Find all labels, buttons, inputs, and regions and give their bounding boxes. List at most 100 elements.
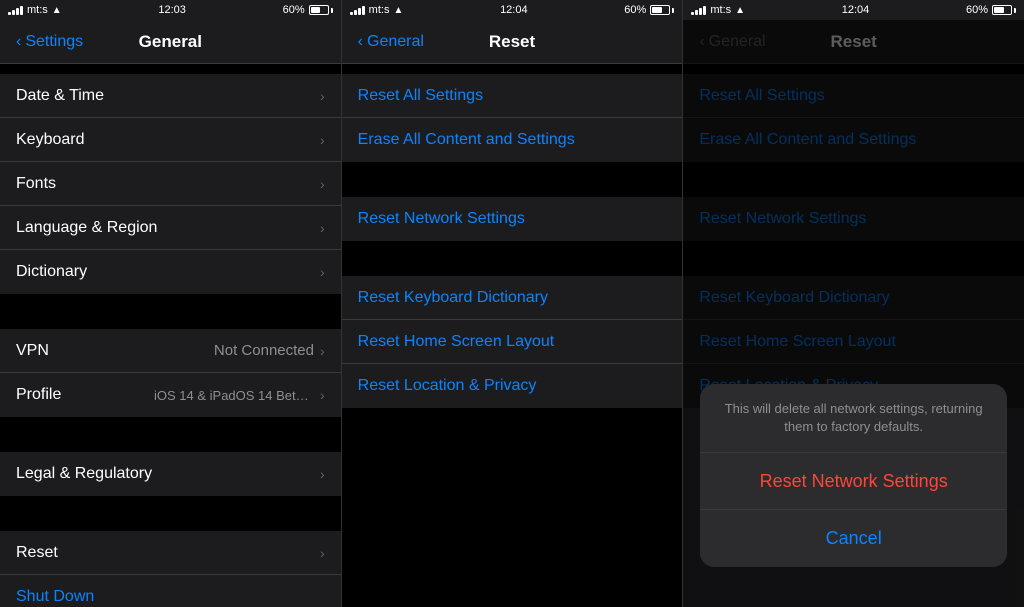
shutdown-label: Shut Down (16, 588, 94, 606)
chevron-icon: › (320, 264, 325, 280)
cancel-dialog-btn[interactable]: Cancel (700, 510, 1007, 567)
battery-icon-p3 (992, 5, 1016, 15)
signal-bar-4 (20, 6, 23, 15)
time-p3: 12:04 (842, 4, 870, 16)
status-left-p3: mt:s ▲ (691, 4, 745, 16)
chevron-icon: › (320, 387, 325, 403)
time-p2: 12:04 (500, 4, 528, 16)
battery-pct-p2: 60% (624, 4, 646, 16)
language-region-label: Language & Region (16, 219, 157, 237)
keyboard-label: Keyboard (16, 131, 85, 149)
chevron-icon: › (320, 466, 325, 482)
reset-label: Reset (16, 544, 58, 562)
list-item-reset[interactable]: Reset › (0, 531, 341, 575)
list-item-fonts[interactable]: Fonts › (0, 162, 341, 206)
list-item-legal[interactable]: Legal & Regulatory › (0, 452, 341, 496)
profile-label: Profile (16, 386, 61, 404)
dialog-message: This will delete all network settings, r… (700, 384, 1007, 453)
reset-network-label: Reset Network Settings (358, 210, 525, 228)
battery-pct-p1: 60% (283, 4, 305, 16)
list-item-vpn[interactable]: VPN Not Connected › (0, 329, 341, 373)
list-item-language-region[interactable]: Language & Region › (0, 206, 341, 250)
reset-network-btn[interactable]: Reset Network Settings (342, 197, 683, 241)
list-item-date-time[interactable]: Date & Time › (0, 74, 341, 118)
list-item-dictionary[interactable]: Dictionary › (0, 250, 341, 294)
nav-bar-reset: ‹ General Reset (342, 20, 683, 64)
status-bars-row: mt:s ▲ 12:03 60% mt:s ▲ 12:04 60% (0, 0, 1024, 20)
reset-group-3: Reset Keyboard Dictionary Reset Home Scr… (342, 276, 683, 408)
carrier-p1: mt:s (27, 4, 48, 16)
status-right-p2: 60% (624, 4, 674, 16)
signal-bars-p2 (350, 6, 365, 15)
reset-all-settings-btn[interactable]: Reset All Settings (342, 74, 683, 118)
reset-home-screen-btn[interactable]: Reset Home Screen Layout (342, 320, 683, 364)
section-legal: Legal & Regulatory › (0, 452, 341, 496)
legal-label: Legal & Regulatory (16, 465, 152, 483)
cancel-dialog-label: Cancel (826, 528, 882, 549)
nav-title-general: General (139, 32, 202, 52)
back-button-reset[interactable]: ‹ General (358, 33, 424, 51)
chevron-icon: › (320, 545, 325, 561)
list-item-keyboard[interactable]: Keyboard › (0, 118, 341, 162)
reset-list: Reset All Settings Erase All Content and… (342, 64, 683, 607)
reset-location-privacy-btn[interactable]: Reset Location & Privacy (342, 364, 683, 408)
vpn-label: VPN (16, 342, 49, 360)
confirm-reset-network-label: Reset Network Settings (760, 471, 948, 492)
dialog-backdrop: This will delete all network settings, r… (683, 20, 1024, 607)
wifi-icon-p2: ▲ (393, 5, 403, 16)
nav-bar-general: ‹ Settings General (0, 20, 341, 64)
dictionary-label: Dictionary (16, 263, 87, 281)
chevron-icon: › (320, 176, 325, 192)
reset-location-privacy-label: Reset Location & Privacy (358, 377, 537, 395)
battery-icon-p1 (309, 5, 333, 15)
battery-icon-p2 (650, 5, 674, 15)
back-button-general[interactable]: ‹ Settings (16, 33, 83, 51)
confirm-reset-network-btn[interactable]: Reset Network Settings (700, 453, 1007, 510)
reset-keyboard-dict-btn[interactable]: Reset Keyboard Dictionary (342, 276, 683, 320)
general-list: Date & Time › Keyboard › Fonts › Languag… (0, 64, 341, 607)
section-gap-2 (0, 294, 341, 329)
profile-value: iOS 14 & iPadOS 14 Beta Softwa... (154, 388, 314, 403)
chevron-left-icon: ‹ (16, 33, 21, 51)
time-p1: 12:03 (158, 4, 186, 16)
panel-reset: ‹ General Reset Reset All Settings Erase… (342, 20, 684, 607)
back-label-reset: General (367, 33, 424, 51)
section-gap-4 (0, 496, 341, 531)
fonts-label: Fonts (16, 175, 56, 193)
reset-keyboard-dict-label: Reset Keyboard Dictionary (358, 289, 548, 307)
chevron-icon: › (320, 88, 325, 104)
reset-home-screen-label: Reset Home Screen Layout (358, 333, 555, 351)
section-reset-shutdown: Reset › Shut Down (0, 531, 341, 607)
section-vpn-profile: VPN Not Connected › Profile iOS 14 & iPa… (0, 329, 341, 417)
status-bar-panel3: mt:s ▲ 12:04 60% (683, 0, 1024, 20)
nav-title-reset: Reset (489, 32, 535, 52)
wifi-icon-p3: ▲ (735, 5, 745, 16)
signal-bars-p1 (8, 6, 23, 15)
section-gap-3 (0, 417, 341, 452)
section-datetime-dict: Date & Time › Keyboard › Fonts › Languag… (0, 64, 341, 294)
list-item-shutdown[interactable]: Shut Down (0, 575, 341, 607)
wifi-icon-p1: ▲ (52, 5, 62, 16)
signal-bars-p3 (691, 6, 706, 15)
chevron-icon: › (320, 220, 325, 236)
reset-all-settings-label: Reset All Settings (358, 87, 483, 105)
status-left-p1: mt:s ▲ (8, 4, 62, 16)
list-item-profile[interactable]: Profile iOS 14 & iPadOS 14 Beta Softwa..… (0, 373, 341, 417)
action-sheet: This will delete all network settings, r… (700, 384, 1007, 567)
reset-group-1: Reset All Settings Erase All Content and… (342, 74, 683, 162)
signal-bar-3 (16, 8, 19, 15)
panels-container: ‹ Settings General Date & Time › Keyboar… (0, 20, 1024, 607)
chevron-icon: › (320, 132, 325, 148)
panel-general: ‹ Settings General Date & Time › Keyboar… (0, 20, 342, 607)
signal-bar-2 (12, 10, 15, 15)
signal-bar-1 (8, 12, 11, 15)
erase-all-content-btn[interactable]: Erase All Content and Settings (342, 118, 683, 162)
battery-pct-p3: 60% (966, 4, 988, 16)
status-bar-panel1: mt:s ▲ 12:03 60% (0, 0, 342, 20)
vpn-value: Not Connected (214, 342, 314, 359)
reset-group-2: Reset Network Settings (342, 197, 683, 241)
section-gap-top (0, 64, 341, 74)
back-label-general: Settings (25, 33, 83, 51)
carrier-p2: mt:s (369, 4, 390, 16)
erase-all-content-label: Erase All Content and Settings (358, 131, 575, 149)
